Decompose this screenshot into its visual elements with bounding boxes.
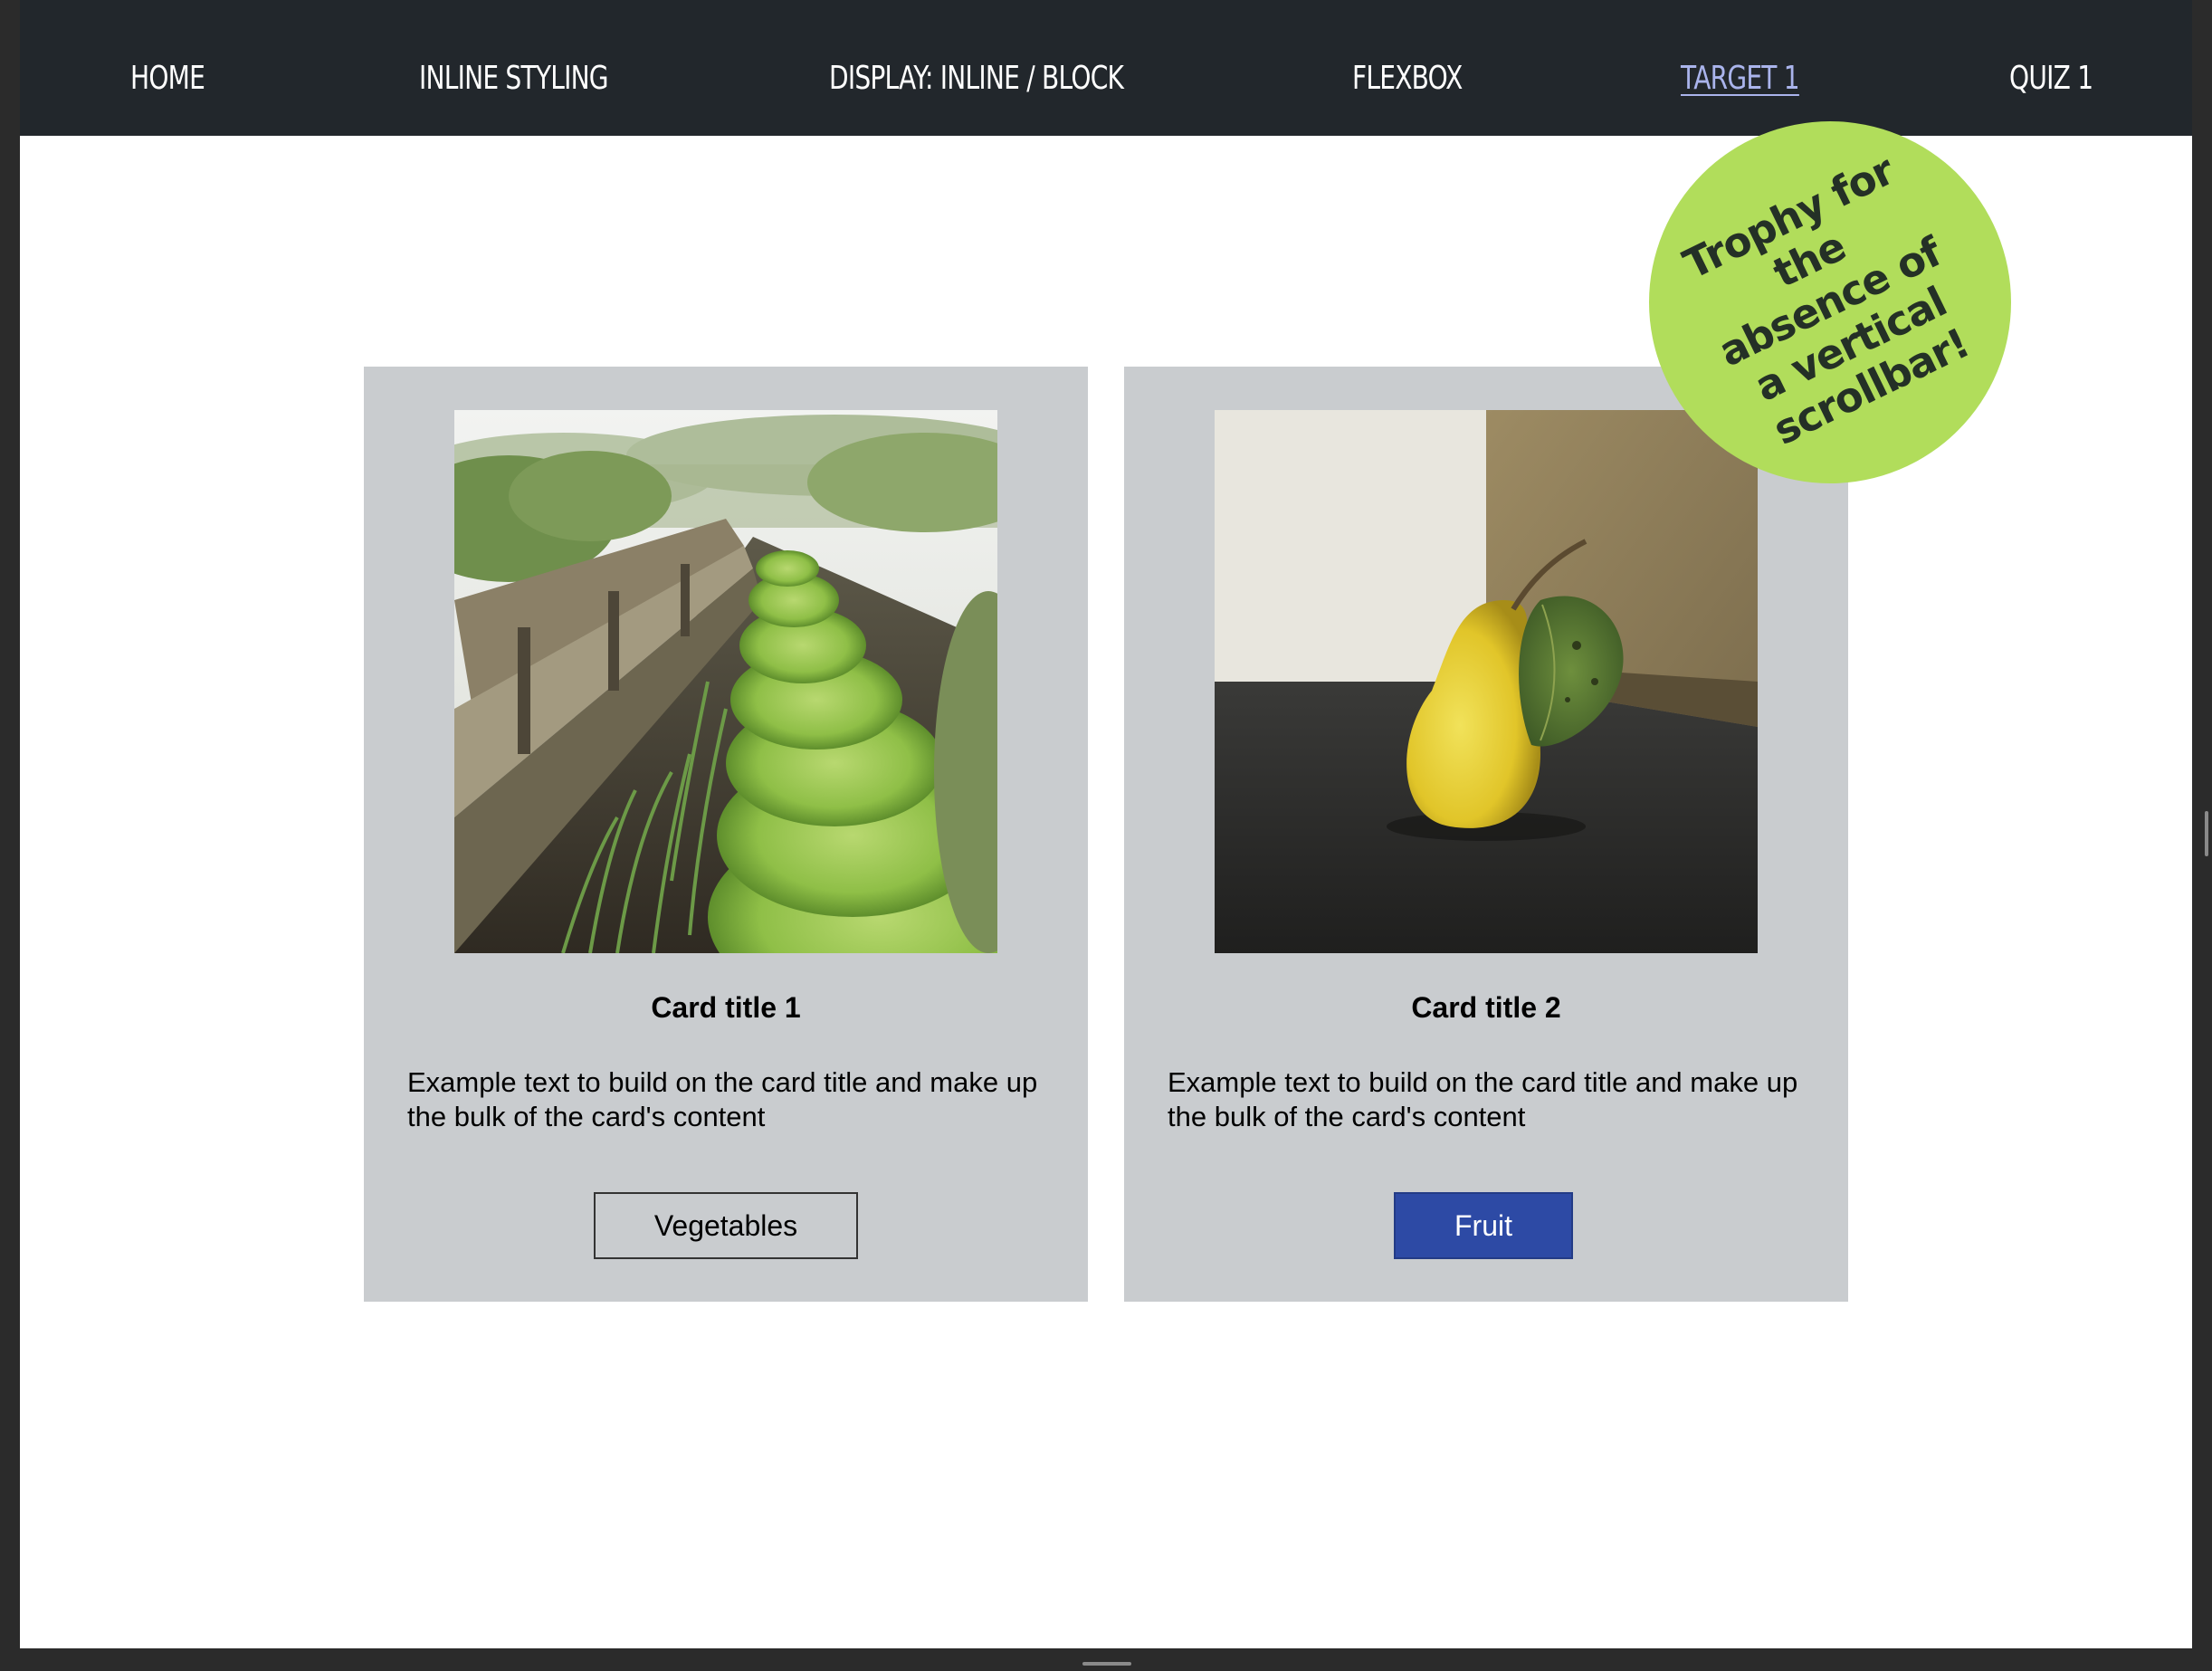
- nav-link-target-1[interactable]: TARGET 1: [1681, 0, 1800, 136]
- card-fruit: Card title 2 Example text to build on th…: [1124, 367, 1848, 1302]
- nav-link-quiz-1[interactable]: QUIZ 1: [2009, 0, 2093, 136]
- resize-handle-right[interactable]: [2205, 811, 2208, 856]
- card-title: Card title 2: [1411, 991, 1561, 1024]
- nav-link-flexbox[interactable]: FLEXBOX: [1352, 0, 1463, 136]
- resize-handle-bottom[interactable]: [1082, 1662, 1131, 1666]
- trophy-badge: Trophy for the absence of a vertical scr…: [1649, 121, 2011, 483]
- fruit-button[interactable]: Fruit: [1394, 1192, 1573, 1259]
- pear-image: [1215, 410, 1758, 953]
- nav-link-home[interactable]: HOME: [130, 0, 205, 136]
- card-text: Example text to build on the card title …: [407, 1066, 1038, 1132]
- vegetables-button[interactable]: Vegetables: [594, 1192, 858, 1259]
- top-navbar: HOME INLINE STYLING DISPLAY: INLINE / BL…: [20, 0, 2192, 136]
- browser-viewport: HOME INLINE STYLING DISPLAY: INLINE / BL…: [20, 0, 2192, 1648]
- card-title: Card title 1: [651, 991, 801, 1024]
- vegetable-garden-image: [454, 410, 997, 953]
- card-text: Example text to build on the card title …: [1168, 1066, 1798, 1132]
- card-vegetables: Card title 1 Example text to build on th…: [364, 367, 1088, 1302]
- nav-link-inline-styling[interactable]: INLINE STYLING: [419, 0, 609, 136]
- trophy-text: Trophy for the absence of a vertical scr…: [1675, 146, 1977, 454]
- nav-link-display-inline-block[interactable]: DISPLAY: INLINE / BLOCK: [829, 0, 1124, 136]
